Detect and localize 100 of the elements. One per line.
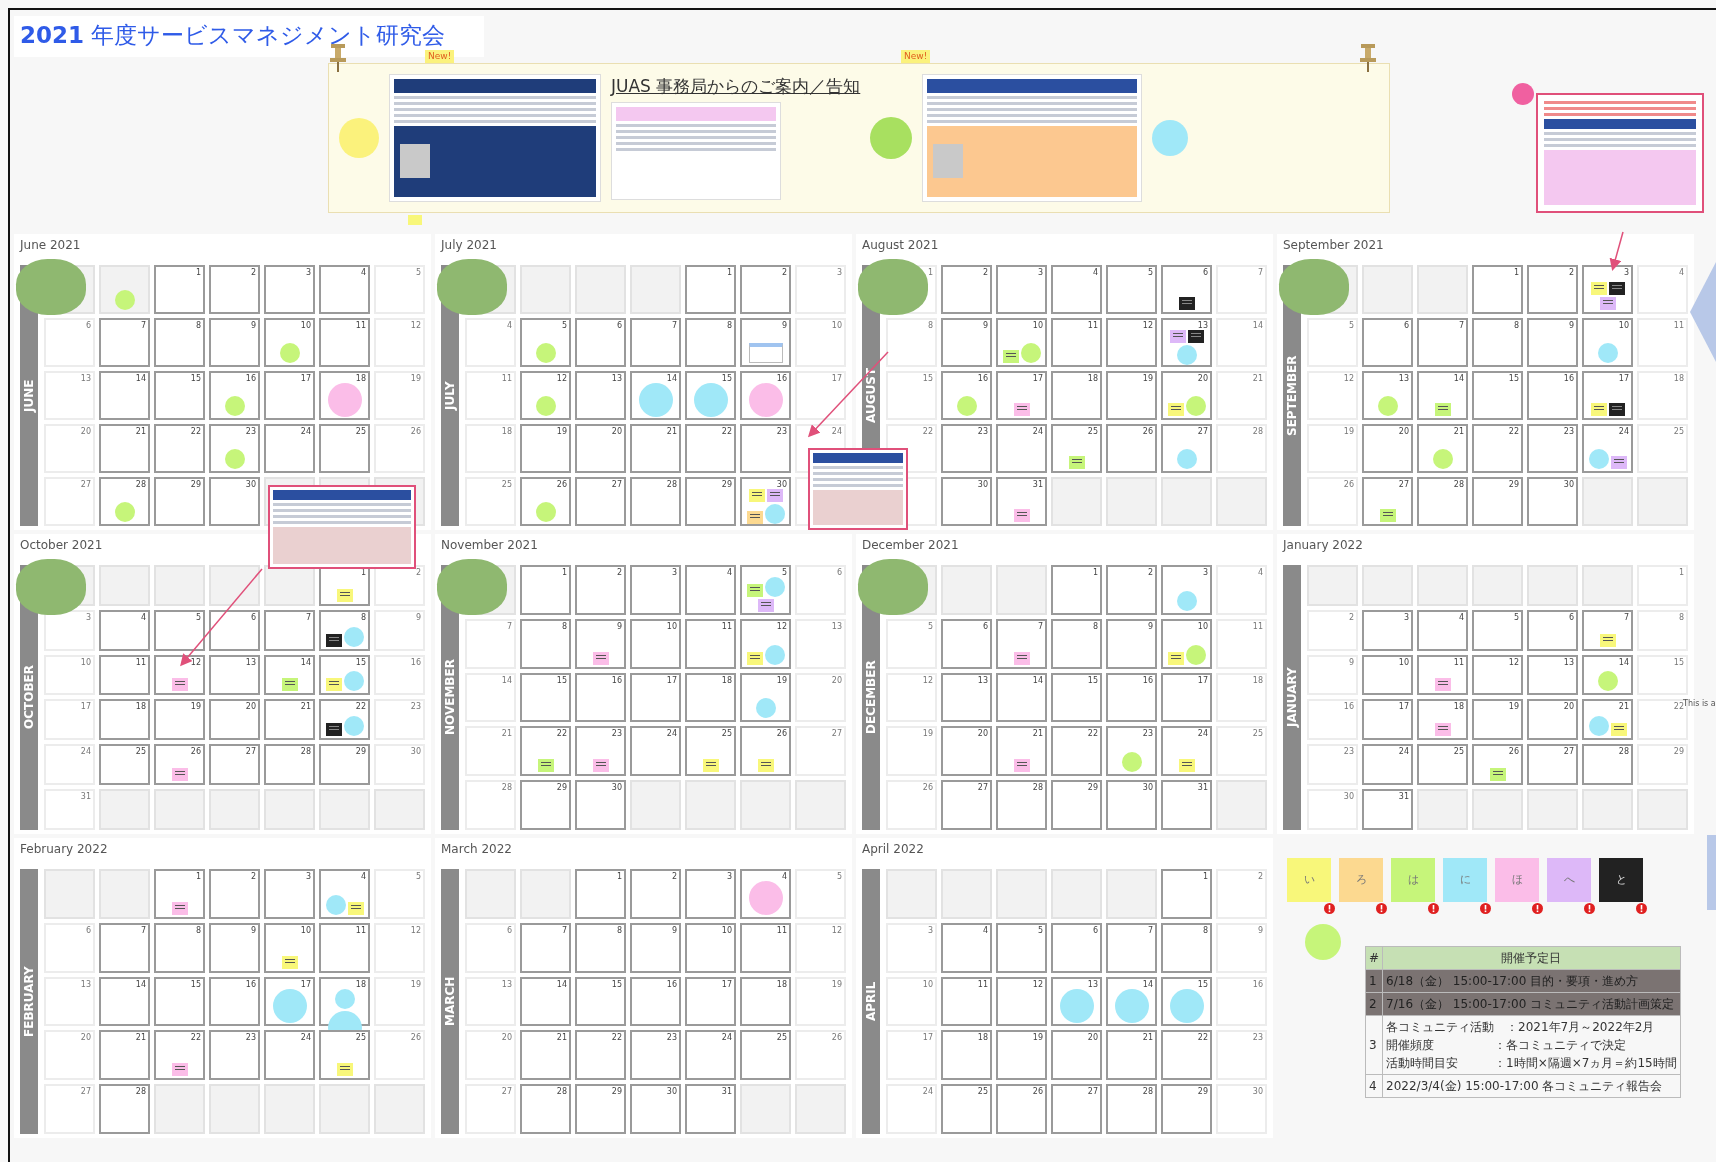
- day-number: 31: [1197, 783, 1208, 793]
- day-number: 24: [922, 1087, 933, 1097]
- day-number: 26: [831, 1033, 842, 1043]
- day-number: 21: [1252, 374, 1263, 383]
- day-number: 12: [190, 657, 201, 667]
- table-cell: 6/18（金） 15:00-17:00 目的・要項・進め方: [1382, 969, 1681, 993]
- day-number: 16: [1252, 979, 1263, 989]
- day-number: 12: [410, 925, 421, 935]
- day-number: 10: [1032, 321, 1043, 330]
- day-number: 31: [80, 792, 91, 802]
- day-number: 5: [1147, 268, 1153, 277]
- day-number: 16: [611, 675, 622, 685]
- day-number: 11: [1252, 621, 1263, 631]
- day-number: 25: [1252, 729, 1263, 739]
- day-number: 9: [1257, 925, 1263, 935]
- day-number: 30: [1252, 1087, 1263, 1097]
- day-number: 19: [922, 729, 933, 739]
- day-number: 14: [1453, 374, 1464, 383]
- day-number: 1: [1513, 268, 1519, 277]
- day-number: 11: [1673, 321, 1684, 330]
- day-number: 11: [977, 979, 988, 989]
- day-number: 5: [1513, 612, 1519, 622]
- month-title: April 2022: [862, 841, 925, 857]
- day-number: 27: [1087, 1087, 1098, 1097]
- day-number: 12: [1032, 979, 1043, 989]
- day-number: 15: [1673, 657, 1684, 667]
- day-number: 28: [135, 480, 146, 489]
- day-number: 22: [556, 729, 567, 739]
- day-number: 17: [831, 374, 842, 383]
- day-number: 1: [1202, 872, 1208, 881]
- day-number: 3: [1403, 612, 1409, 622]
- day-number: 30: [776, 480, 787, 489]
- day-number: 12: [410, 321, 421, 330]
- day-number: 27: [1197, 427, 1208, 436]
- day-number: 12: [831, 925, 842, 935]
- day-number: 14: [556, 979, 567, 989]
- day-number: 11: [776, 925, 787, 935]
- day-number: 23: [245, 427, 256, 436]
- day-number: 7: [561, 925, 567, 935]
- day-number: 24: [300, 427, 311, 436]
- day-number: 7: [305, 612, 311, 622]
- table-cell: 2: [1365, 992, 1383, 1016]
- day-number: 16: [245, 979, 256, 989]
- day-number: 25: [776, 1033, 787, 1043]
- month-side-label: APRIL: [862, 869, 880, 1134]
- sticker-circle: [339, 117, 379, 158]
- day-number: 8: [726, 321, 732, 330]
- day-number: 13: [501, 979, 512, 989]
- day-number: 4: [360, 872, 366, 881]
- day-number: 15: [1197, 979, 1208, 989]
- day-number: 19: [1032, 1033, 1043, 1043]
- day-number: 5: [1037, 925, 1043, 935]
- day-number: 2: [250, 268, 256, 277]
- sticky-note: [408, 215, 422, 225]
- day-number: 9: [1568, 321, 1574, 330]
- day-number: 22: [190, 1033, 201, 1043]
- day-number: 14: [135, 979, 146, 989]
- day-number: 27: [611, 480, 622, 489]
- day-number: 13: [245, 657, 256, 667]
- day-number: 7: [140, 925, 146, 935]
- day-number: 9: [250, 925, 256, 935]
- day-number: 30: [1343, 792, 1354, 802]
- day-number: 20: [831, 675, 842, 685]
- day-number: 17: [1618, 374, 1629, 383]
- day-number: 8: [360, 612, 366, 622]
- day-number: 11: [355, 321, 366, 330]
- day-number: 18: [977, 1033, 988, 1043]
- day-number: 1: [1678, 568, 1684, 577]
- day-number: 6: [1202, 268, 1208, 277]
- day-number: 25: [1673, 427, 1684, 436]
- day-number: 27: [245, 747, 256, 757]
- day-number: 26: [190, 747, 201, 757]
- day-number: 26: [922, 783, 933, 793]
- day-number: 10: [300, 925, 311, 935]
- day-number: 7: [671, 321, 677, 330]
- day-number: 22: [355, 702, 366, 712]
- day-number: 14: [135, 374, 146, 383]
- day-number: 28: [1142, 1087, 1153, 1097]
- day-number: 16: [977, 374, 988, 383]
- day-number: 12: [922, 675, 933, 685]
- month-side-label: FEBRUARY: [20, 869, 38, 1134]
- day-number: 23: [1563, 427, 1574, 436]
- day-number: 5: [415, 872, 421, 881]
- day-number: 6: [836, 568, 842, 577]
- day-number: 3: [671, 568, 677, 577]
- day-number: 17: [80, 702, 91, 712]
- day-number: 14: [300, 657, 311, 667]
- day-number: 26: [1508, 747, 1519, 757]
- day-number: 26: [1343, 480, 1354, 489]
- day-number: 12: [1142, 321, 1153, 330]
- day-number: 6: [1092, 925, 1098, 935]
- day-number: 10: [1197, 621, 1208, 631]
- day-number: 20: [1398, 427, 1409, 436]
- day-number: 21: [556, 1033, 567, 1043]
- day-number: 6: [616, 321, 622, 330]
- day-number: 15: [190, 374, 201, 383]
- day-number: 28: [300, 747, 311, 757]
- day-number: 18: [1252, 675, 1263, 685]
- day-number: 17: [1032, 374, 1043, 383]
- day-number: 19: [831, 979, 842, 989]
